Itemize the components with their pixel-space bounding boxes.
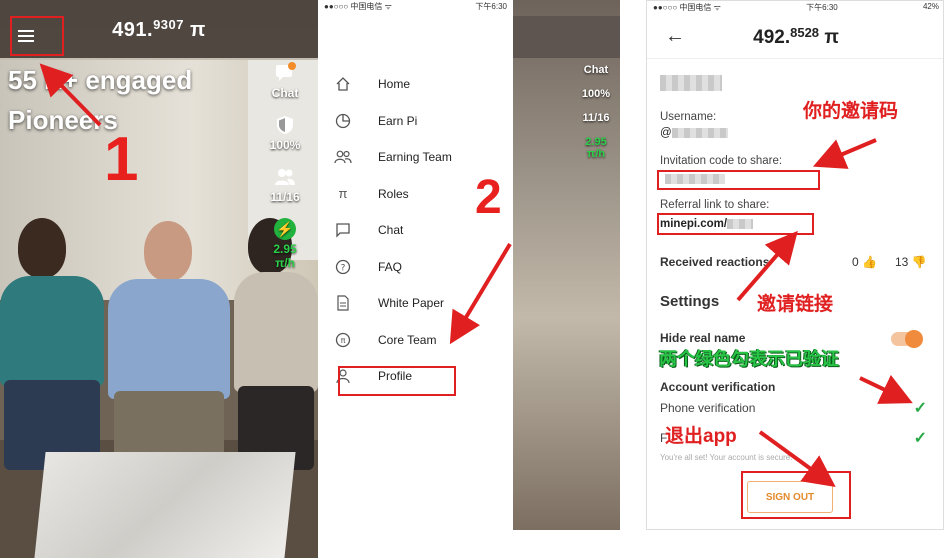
profile-highlight-box (338, 366, 456, 396)
menu-item-faq[interactable]: ? FAQ (318, 249, 513, 286)
pi-balance: 492.8528 π (753, 24, 839, 48)
document-icon (334, 294, 352, 312)
svg-text:?: ? (341, 263, 346, 273)
chat-icon (334, 221, 352, 239)
core-team-icon: π (334, 331, 352, 349)
username-value: @ (660, 127, 728, 139)
sign-out-highlight (741, 471, 851, 519)
received-reactions-label: Received reactions (660, 255, 770, 269)
all-set-note: You're all set! Your account is secure. (660, 453, 793, 462)
hide-real-name-toggle[interactable] (891, 330, 923, 348)
invitation-code-highlight (657, 170, 820, 190)
svg-text:π: π (341, 336, 346, 345)
settings-heading: Settings (660, 293, 720, 310)
mining-rate-stat[interactable]: ⚡ 2.95 π/h (262, 218, 308, 270)
menu-item-home[interactable]: Home (318, 66, 513, 103)
referral-link-highlight (657, 213, 814, 235)
menu-item-white-paper[interactable]: White Paper (318, 285, 513, 322)
team-icon (275, 169, 295, 185)
team-icon (334, 148, 352, 166)
team-photo-person-2 (108, 215, 233, 465)
second-verified-check-icon: ✓ (913, 430, 927, 447)
step-number-2: 2 (475, 171, 502, 224)
annotation-invite-code: 你的邀请码 (803, 101, 899, 122)
hide-real-name-label: Hide real name (660, 331, 746, 345)
reactions-down: 13 👎 (895, 255, 927, 269)
menu-button[interactable] (10, 16, 64, 56)
home-screen-panel: 491.9307 π 55 K+ engaged Pioneers Chat 1… (0, 0, 318, 558)
dimmed-home-screen: Chat 100% 11/16 2.95 π/h (513, 0, 620, 530)
account-verification-heading: Account verification (660, 380, 776, 394)
referral-link-label: Referral link to share: (660, 199, 770, 211)
dimmed-top-bar (513, 16, 620, 58)
coffee-table (34, 452, 296, 558)
annotation-sign-out: 退出app (665, 426, 737, 447)
annotation-verified: 两个绿色勾表示已验证 (659, 349, 839, 369)
invitation-code-label: Invitation code to share: (660, 155, 783, 167)
security-stat[interactable]: 100% (262, 114, 308, 152)
side-stats: Chat 100% 11/16 ⚡ 2.95 π/h (262, 62, 308, 284)
drawer-menu-list: Home Earn Pi Earning Team π Roles Chat ?… (318, 66, 513, 395)
hamburger-icon (18, 30, 34, 42)
dimmed-side-stats: Chat 100% 11/16 2.95 π/h (581, 64, 611, 160)
shield-icon (277, 116, 293, 134)
lightning-icon: ⚡ (274, 218, 296, 240)
menu-item-earn-pi[interactable]: Earn Pi (318, 103, 513, 140)
navigation-drawer: ●●○○○ 中国电信 ᯤ 下午6:30 Home Earn Pi Earning… (318, 0, 513, 530)
phone-verified-check-icon: ✓ (913, 400, 927, 417)
pie-icon (334, 112, 352, 130)
profile-top-bar: ← 492.8528 π (647, 15, 943, 59)
pi-icon: π (338, 186, 348, 202)
annotation-referral-link: 邀请链接 (757, 294, 834, 315)
home-icon (334, 75, 352, 93)
chat-bubble-icon (276, 62, 296, 81)
thumbs-up-icon: 👍 (862, 255, 877, 269)
pi-balance: 491.9307 π (112, 16, 206, 41)
reactions-up: 0 👍 (852, 255, 877, 269)
profile-panel: ●●○○○ 中国电信 ᯤ 下午6:30 42% ← 492.8528 π Use… (646, 0, 944, 530)
menu-item-core-team[interactable]: π Core Team (318, 322, 513, 359)
status-bar: ●●○○○ 中国电信 ᯤ 下午6:30 42% (653, 2, 939, 12)
username-label: Username: (660, 111, 717, 123)
step-number-1: 1 (104, 125, 139, 194)
avatar-blurred (660, 75, 722, 91)
status-bar: ●●○○○ 中国电信 ᯤ 下午6:30 (324, 2, 507, 11)
phone-verification-label: Phone verification (660, 401, 756, 415)
team-stat[interactable]: 11/16 (262, 166, 308, 204)
faq-icon: ? (334, 258, 352, 276)
team-photo-person-1 (0, 210, 110, 470)
back-arrow-icon[interactable]: ← (665, 25, 685, 48)
thumbs-down-icon: 👎 (911, 255, 927, 269)
drawer-menu-panel: ●●○○○ 中国电信 ᯤ 下午6:30 Home Earn Pi Earning… (318, 0, 620, 530)
chat-stat[interactable]: Chat (262, 62, 308, 100)
